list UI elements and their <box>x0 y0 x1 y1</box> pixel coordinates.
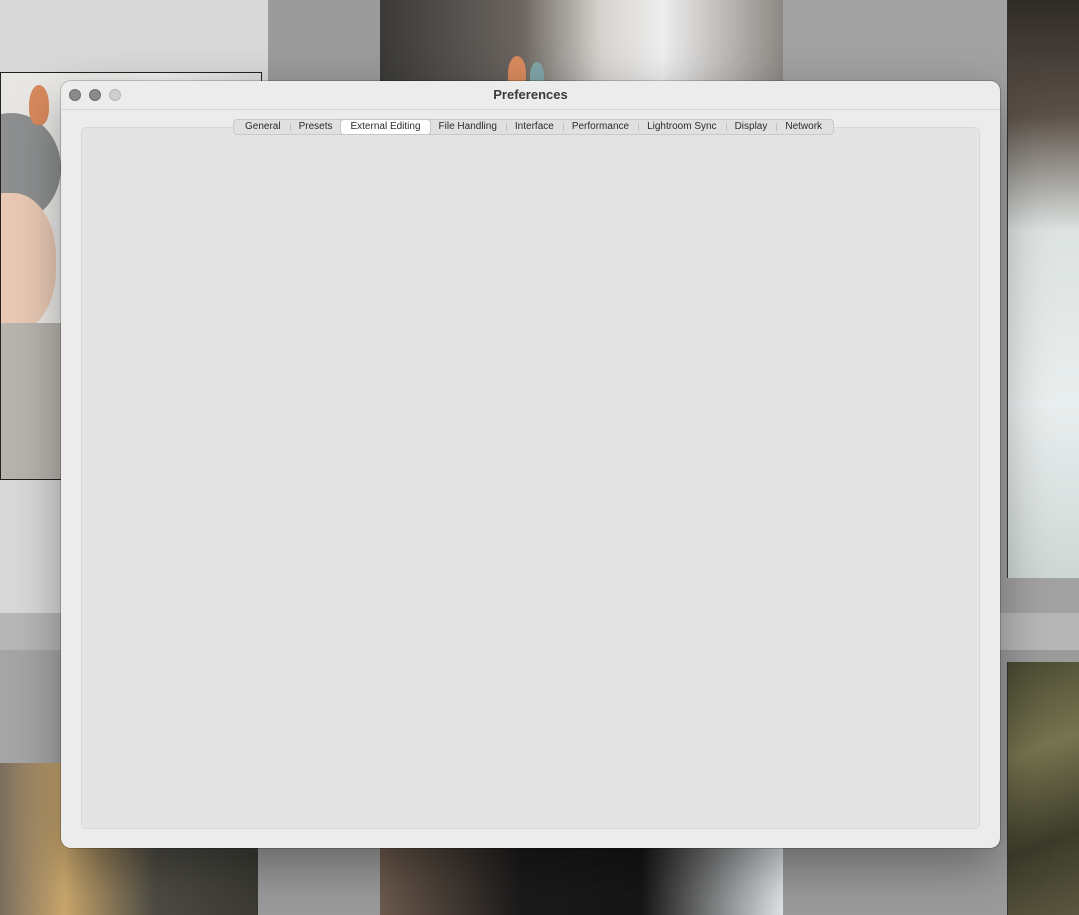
photo-body <box>1 323 61 479</box>
tab-display[interactable]: Display <box>725 120 777 134</box>
tab-performance[interactable]: Performance <box>562 120 638 134</box>
thumbnail-baby-top[interactable] <box>380 0 783 90</box>
tab-presets[interactable]: Presets <box>289 120 342 134</box>
title-bar[interactable]: Preferences <box>61 81 1000 110</box>
preferences-window: Preferences General Presets External Edi… <box>61 81 1000 848</box>
window-title: Preferences <box>493 87 568 102</box>
tab-general[interactable]: General <box>236 120 290 134</box>
photo-ear <box>29 85 49 125</box>
tab-external-editing[interactable]: External Editing <box>341 120 430 134</box>
tab-network[interactable]: Network <box>776 120 831 134</box>
preferences-tab-bar: General Presets External Editing File Ha… <box>233 119 835 135</box>
tab-file-handling[interactable]: File Handling <box>430 120 506 134</box>
tab-interface[interactable]: Interface <box>505 120 563 134</box>
thumbnail-cake[interactable] <box>1007 0 1079 578</box>
thumbnail-trees[interactable] <box>1007 662 1079 915</box>
thumbnail-boy[interactable] <box>380 845 783 915</box>
tab-content-panel <box>81 127 980 829</box>
tab-lightroom-sync[interactable]: Lightroom Sync <box>638 120 725 134</box>
